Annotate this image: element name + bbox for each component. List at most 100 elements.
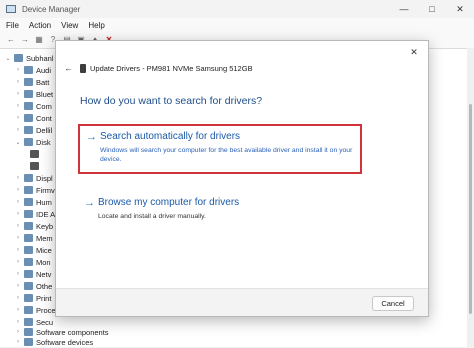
tree-item-label: Firmv <box>36 185 55 195</box>
back-icon[interactable]: ← <box>6 34 16 44</box>
software-components-icon <box>24 328 33 336</box>
chevron-right-icon[interactable]: › <box>14 175 22 181</box>
tree-item-drive[interactable] <box>28 160 42 172</box>
ide-icon <box>24 210 33 218</box>
drive-icon <box>30 162 39 170</box>
chevron-right-icon[interactable]: › <box>14 319 22 325</box>
dialog-footer: Cancel <box>56 288 428 316</box>
arrow-right-icon: → <box>86 131 97 143</box>
browse-computer-option[interactable]: → Browse my computer for drivers Locate … <box>78 192 362 226</box>
chevron-right-icon[interactable]: › <box>14 127 22 133</box>
tree-item-label: Hum <box>36 197 52 207</box>
chevron-right-icon[interactable]: › <box>14 103 22 109</box>
tree-item[interactable]: › Keyb <box>14 220 53 232</box>
tree-item[interactable]: › Displ <box>14 172 53 184</box>
minimize-button[interactable]: — <box>390 0 418 18</box>
network-icon <box>24 270 33 278</box>
chevron-right-icon[interactable]: › <box>14 223 22 229</box>
menu-help[interactable]: Help <box>88 21 104 30</box>
tree-item[interactable]: › Firmv <box>14 184 55 196</box>
tree-item[interactable]: › Dellil <box>14 124 52 136</box>
drive-icon <box>80 64 86 73</box>
maximize-button[interactable]: □ <box>418 0 446 18</box>
cancel-button[interactable]: Cancel <box>372 296 414 311</box>
chevron-right-icon[interactable]: › <box>14 283 22 289</box>
tree-item-computer[interactable]: ⌄ Subhanl <box>4 52 54 64</box>
menu-bar: File Action View Help <box>0 18 474 32</box>
tree-item[interactable]: › Cont <box>14 112 52 124</box>
disk-icon <box>24 138 33 146</box>
chevron-down-icon[interactable]: ⌄ <box>4 55 12 62</box>
scrollbar[interactable] <box>467 48 474 347</box>
menu-action[interactable]: Action <box>29 21 51 30</box>
chevron-right-icon[interactable]: › <box>14 295 22 301</box>
tree-item[interactable]: › Proce <box>14 304 56 316</box>
controller-icon <box>24 114 33 122</box>
tree-item-disk-drives[interactable]: ⌄ Disk <box>14 136 51 148</box>
audio-icon <box>24 66 33 74</box>
tree-item[interactable]: › Batt <box>14 76 49 88</box>
close-icon[interactable]: ✕ <box>408 46 420 58</box>
chevron-right-icon[interactable]: › <box>14 339 22 345</box>
chevron-right-icon[interactable]: › <box>14 271 22 277</box>
dialog-question: How do you want to search for drivers? <box>80 95 263 107</box>
tree-item-label: Audi <box>36 65 52 75</box>
scrollbar-thumb[interactable] <box>469 104 472 314</box>
tree-item-label: Bluet <box>36 89 54 99</box>
chevron-right-icon[interactable]: › <box>14 235 22 241</box>
forward-icon[interactable]: → <box>20 34 30 44</box>
monitor-icon <box>24 258 33 266</box>
chevron-right-icon[interactable]: › <box>14 91 22 97</box>
mouse-icon <box>24 246 33 254</box>
chevron-right-icon[interactable]: › <box>14 247 22 253</box>
menu-file[interactable]: File <box>6 21 19 30</box>
title-bar: Device Manager — □ ✕ <box>0 0 474 18</box>
tree-item[interactable]: › Netv <box>14 268 51 280</box>
chevron-down-icon[interactable]: ⌄ <box>14 139 22 146</box>
menu-view[interactable]: View <box>61 21 78 30</box>
tree-item-label: Disk <box>36 137 51 147</box>
tree-item-label: Keyb <box>36 221 54 231</box>
option-title: Search automatically for drivers <box>100 131 241 142</box>
chevron-right-icon[interactable]: › <box>14 67 22 73</box>
tree-item-label: Mem <box>36 233 53 243</box>
tree-item[interactable]: › Bluet <box>14 88 53 100</box>
tree-item-drive[interactable] <box>28 148 42 160</box>
tree-item[interactable]: › Com <box>14 100 52 112</box>
dialog-header: Update Drivers - PM981 NVMe Samsung 512G… <box>90 64 253 73</box>
chevron-right-icon[interactable]: › <box>14 329 22 335</box>
back-arrow-icon[interactable]: ← <box>64 63 74 73</box>
properties-icon[interactable]: ▦ <box>34 34 44 44</box>
close-button[interactable]: ✕ <box>446 0 474 18</box>
tree-item-label: IDE A <box>36 209 56 219</box>
search-automatically-option[interactable]: → Search automatically for drivers Windo… <box>78 124 362 174</box>
tree-item[interactable]: › Mon <box>14 256 51 268</box>
chevron-right-icon[interactable]: › <box>14 199 22 205</box>
display-icon <box>24 174 33 182</box>
tree-item-label: Mon <box>36 257 51 267</box>
software-devices-icon <box>24 338 33 346</box>
chevron-right-icon[interactable]: › <box>14 307 22 313</box>
tree-item[interactable]: › Hum <box>14 196 52 208</box>
tree-item[interactable]: › Print <box>14 292 51 304</box>
tree-item[interactable]: › Mem <box>14 232 53 244</box>
chevron-right-icon[interactable]: › <box>14 259 22 265</box>
chevron-right-icon[interactable]: › <box>14 187 22 193</box>
tree-item[interactable]: › Audi <box>14 64 51 76</box>
tree-item[interactable]: › IDE A <box>14 208 55 220</box>
option-description: Windows will search your computer for th… <box>100 147 353 163</box>
tree-item[interactable]: › Software devices <box>14 336 93 348</box>
processor-icon <box>24 306 33 314</box>
chevron-right-icon[interactable]: › <box>14 115 22 121</box>
tree-item[interactable]: › Othe <box>14 280 52 292</box>
chevron-right-icon[interactable]: › <box>14 211 22 217</box>
security-icon <box>24 318 33 326</box>
tree-item-label: Subhanl <box>26 53 54 63</box>
bluetooth-icon <box>24 90 33 98</box>
chevron-right-icon[interactable]: › <box>14 79 22 85</box>
computer-icon <box>14 54 23 62</box>
printer-icon <box>24 294 33 302</box>
tree-item[interactable]: › Mice <box>14 244 52 256</box>
device-manager-icon <box>6 5 16 13</box>
drive-icon <box>30 150 39 158</box>
